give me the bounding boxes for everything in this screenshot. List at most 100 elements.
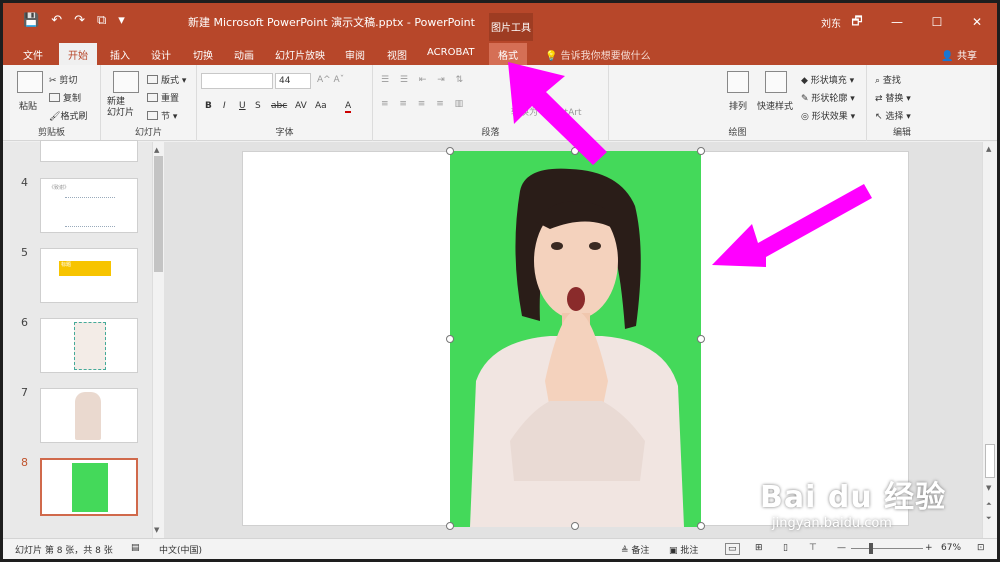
select-button[interactable]: ↖ 选择 ▾ bbox=[875, 109, 911, 122]
arrange-button[interactable]: 排列 bbox=[729, 99, 747, 112]
shadow-button[interactable]: S bbox=[255, 101, 261, 111]
slide-thumbnail-7[interactable] bbox=[40, 388, 138, 443]
scroll-down-icon[interactable]: ▼ bbox=[154, 526, 159, 534]
slideshow-button[interactable]: ⊤ bbox=[809, 543, 817, 553]
quick-styles-button[interactable]: 快速样式 bbox=[757, 99, 793, 112]
share-button[interactable]: 👤 共享 bbox=[941, 47, 977, 62]
comments-button[interactable]: ▣ 批注 bbox=[669, 543, 698, 556]
close-button[interactable]: ✕ bbox=[957, 3, 997, 41]
tab-file[interactable]: 文件 bbox=[23, 47, 43, 62]
reset-button[interactable]: 重置 bbox=[147, 91, 179, 104]
align-buttons[interactable]: ≡ ≡ ≡ ≡ ▥ bbox=[381, 99, 467, 109]
ribbon-tabs: 文件 开始 插入 设计 切换 动画 幻灯片放映 审阅 视图 ACROBAT 格式… bbox=[3, 41, 997, 68]
picture-tools-context: 图片工具 bbox=[489, 13, 533, 41]
underline-button[interactable]: U bbox=[239, 101, 246, 111]
find-button[interactable]: ⌕ 查找 bbox=[875, 73, 901, 86]
zoom-slider-thumb[interactable] bbox=[869, 543, 873, 554]
tab-insert[interactable]: 插入 bbox=[110, 47, 130, 62]
scissors-icon: ✂ bbox=[49, 76, 57, 86]
editor-scroll-up-icon[interactable]: ▲ bbox=[986, 145, 991, 153]
thumbnail-scroll-thumb[interactable] bbox=[154, 156, 163, 272]
cut-button[interactable]: ✂ 剪切 bbox=[49, 73, 77, 86]
tab-transitions[interactable]: 切换 bbox=[193, 47, 213, 62]
comments-label: 批注 bbox=[680, 546, 699, 556]
resize-handle-sw[interactable] bbox=[446, 522, 454, 530]
fit-slide-icon[interactable]: ⊡ bbox=[977, 543, 985, 553]
slide-thumbnail-4[interactable]: 《致谢》 bbox=[40, 178, 138, 233]
slide-sorter-button[interactable]: ⊞ bbox=[755, 543, 763, 553]
italic-button[interactable]: I bbox=[223, 101, 226, 111]
tab-view[interactable]: 视图 bbox=[387, 47, 407, 62]
change-case-button[interactable]: Aa bbox=[315, 101, 327, 111]
font-color-button[interactable]: A bbox=[345, 101, 352, 113]
group-editing: ⌕ 查找 ⇄ 替换 ▾ ↖ 选择 ▾ 编辑 bbox=[867, 65, 937, 141]
zoom-in-button[interactable]: + bbox=[925, 543, 933, 553]
resize-handle-e[interactable] bbox=[697, 335, 705, 343]
next-slide-icon[interactable]: ⏷ bbox=[986, 514, 992, 523]
save-icon[interactable]: 💾 bbox=[23, 13, 39, 28]
customize-qat-icon[interactable]: ▾ bbox=[118, 13, 125, 28]
zoom-level[interactable]: 67% bbox=[941, 543, 961, 553]
minimize-button[interactable]: — bbox=[877, 3, 917, 41]
font-grow-icon[interactable]: A^ Aˇ bbox=[317, 75, 344, 85]
tab-acrobat[interactable]: ACROBAT bbox=[427, 47, 475, 58]
redo-icon[interactable]: ↷ bbox=[74, 13, 85, 28]
ribbon-display-icon[interactable]: 🗗 bbox=[837, 3, 877, 41]
language-indicator[interactable]: 中文(中国) bbox=[159, 543, 202, 556]
zoom-slider[interactable] bbox=[851, 548, 923, 549]
char-spacing-button[interactable]: AV bbox=[295, 101, 307, 111]
new-slide-button[interactable]: 新建 幻灯片 bbox=[107, 97, 134, 119]
font-size-field[interactable]: 44 bbox=[275, 73, 311, 89]
notes-button[interactable]: ≜ 备注 bbox=[621, 543, 649, 556]
notes-label: 备注 bbox=[631, 546, 650, 556]
normal-view-button[interactable]: ▭ bbox=[725, 543, 740, 555]
slide-number-8: 8 bbox=[21, 456, 28, 469]
reading-view-button[interactable]: ▯ bbox=[783, 543, 788, 553]
tab-slideshow[interactable]: 幻灯片放映 bbox=[275, 47, 325, 62]
resize-handle-nw[interactable] bbox=[446, 147, 454, 155]
resize-handle-ne[interactable] bbox=[697, 147, 705, 155]
tab-design[interactable]: 设计 bbox=[151, 47, 171, 62]
section-button[interactable]: 节 ▾ bbox=[147, 109, 177, 122]
resize-handle-n[interactable] bbox=[571, 147, 579, 155]
shape-effects-button[interactable]: ◎ 形状效果 ▾ bbox=[801, 109, 855, 122]
editor-scroll-thumb[interactable] bbox=[985, 444, 995, 478]
ribbon: 粘贴 ✂ 剪切 复制 🖌格式刷 剪贴板 新建 幻灯片 版式 ▾ 重置 节 ▾ 幻… bbox=[3, 65, 997, 141]
spellcheck-icon[interactable]: ▤ bbox=[131, 543, 140, 553]
tell-me-text: 告诉我你想要做什么 bbox=[560, 51, 651, 62]
resize-handle-w[interactable] bbox=[446, 335, 454, 343]
tell-me-search[interactable]: 💡 告诉我你想要做什么 bbox=[545, 47, 651, 62]
zoom-out-button[interactable]: — bbox=[837, 543, 846, 553]
resize-handle-se[interactable] bbox=[697, 522, 705, 530]
format-painter-button[interactable]: 🖌格式刷 bbox=[49, 109, 87, 122]
slide-thumbnail-6[interactable] bbox=[40, 318, 138, 373]
editor-scrollbar[interactable]: ▲ ▼ ⏶ ⏷ bbox=[982, 142, 997, 538]
previous-slide-icon[interactable]: ⏶ bbox=[986, 500, 992, 509]
resize-handle-s[interactable] bbox=[571, 522, 579, 530]
editor-scroll-down-icon[interactable]: ▼ bbox=[986, 484, 991, 492]
slide-thumbnail-3[interactable] bbox=[40, 140, 138, 162]
scroll-up-icon[interactable]: ▲ bbox=[154, 146, 159, 154]
shape-fill-button[interactable]: ◆ 形状填充 ▾ bbox=[801, 73, 854, 86]
undo-icon[interactable]: ↶ bbox=[51, 13, 62, 28]
replace-button[interactable]: ⇄ 替换 ▾ bbox=[875, 91, 911, 104]
thumbnail-5-title: 标题 bbox=[61, 262, 72, 268]
group-font: 44 A^ Aˇ B I U S abc AV Aa A 字体 bbox=[197, 65, 373, 141]
slide-thumbnail-5[interactable]: 标题 bbox=[40, 248, 138, 303]
present-icon[interactable]: ⧉ bbox=[97, 13, 106, 28]
layout-button[interactable]: 版式 ▾ bbox=[147, 73, 186, 86]
thumbnail-scrollbar[interactable]: ▲ ▼ bbox=[152, 142, 164, 538]
maximize-button[interactable]: ☐ bbox=[917, 3, 957, 41]
shape-outline-button[interactable]: ✎ 形状轮廓 ▾ bbox=[801, 91, 855, 104]
tab-review[interactable]: 审阅 bbox=[345, 47, 365, 62]
tab-animations[interactable]: 动画 bbox=[234, 47, 254, 62]
copy-button[interactable]: 复制 bbox=[49, 91, 81, 104]
list-buttons[interactable]: ☰ ☰ ⇤ ⇥ ⇅ bbox=[381, 75, 467, 85]
paste-button[interactable]: 粘贴 bbox=[19, 99, 37, 112]
strikethrough-button[interactable]: abc bbox=[271, 101, 287, 111]
convert-smartart-button[interactable]: 转换为 SmartArt bbox=[511, 105, 581, 118]
slide-thumbnail-8[interactable] bbox=[40, 458, 138, 516]
selected-picture[interactable] bbox=[450, 151, 701, 527]
bold-button[interactable]: B bbox=[205, 101, 212, 111]
font-name-field[interactable] bbox=[201, 73, 273, 89]
